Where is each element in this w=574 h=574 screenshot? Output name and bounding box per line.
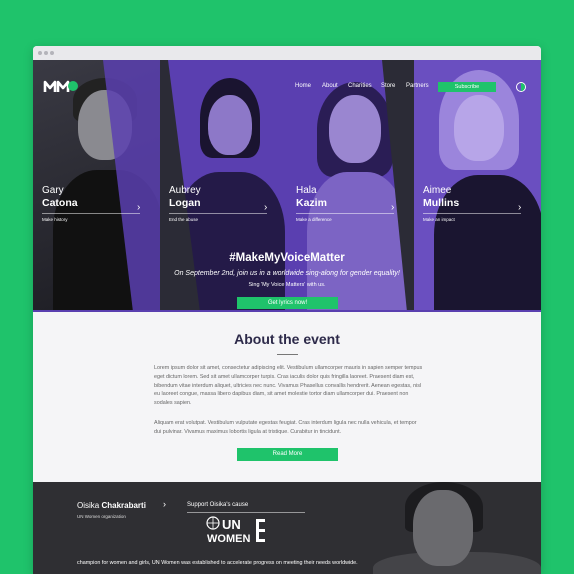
person-first-name: Gary bbox=[42, 185, 64, 196]
about-paragraph: Aliquam erat volutpat. Vestibulum vulput… bbox=[154, 420, 417, 435]
person-first-name: Hala bbox=[296, 185, 317, 196]
person-last-name: Mullins bbox=[423, 197, 460, 209]
person-tagline: Make history bbox=[42, 217, 68, 222]
nav-item-charities[interactable]: Charities bbox=[348, 83, 372, 89]
window-control-dot[interactable] bbox=[50, 51, 54, 55]
person-last-name: Logan bbox=[169, 197, 201, 209]
about-paragraph: Lorem ipsum dolor sit amet, consectetur … bbox=[154, 365, 423, 407]
chevron-right-icon[interactable]: › bbox=[163, 499, 166, 509]
person-tagline: Make a difference bbox=[296, 217, 332, 222]
nav-item-partners[interactable]: Partners bbox=[406, 83, 429, 89]
title-underline bbox=[277, 354, 298, 355]
window-control-dot[interactable] bbox=[44, 51, 48, 55]
person-first-name: Aubrey bbox=[169, 185, 201, 196]
person-tagline: End the abuse bbox=[169, 217, 199, 222]
browser-titlebar bbox=[33, 46, 541, 60]
person-tagline: Make an impact bbox=[423, 217, 455, 222]
nav-item-store[interactable]: Store bbox=[381, 83, 395, 89]
support-cause-link[interactable]: Support Oisika's cause bbox=[187, 502, 248, 508]
champion-name[interactable]: Oisika Chakrabarti bbox=[77, 501, 146, 510]
language-toggle-icon[interactable] bbox=[516, 82, 526, 92]
chevron-right-icon[interactable]: › bbox=[518, 203, 521, 213]
divider bbox=[187, 512, 305, 513]
person-last-name: Catona bbox=[42, 197, 78, 209]
subscribe-button[interactable]: Subscribe bbox=[438, 82, 496, 92]
nav-item-about[interactable]: About bbox=[322, 83, 338, 89]
champion-first-name: Oisika bbox=[77, 501, 100, 510]
women-logo-text: WOMEN bbox=[207, 533, 250, 545]
person-label-aimee[interactable]: Aimee Mullins Make an impact bbox=[423, 185, 521, 222]
person-label-aubrey[interactable]: Aubrey Logan End the abuse bbox=[169, 185, 267, 222]
mmvm-logo[interactable] bbox=[43, 77, 79, 95]
champion-org: UN Women organization bbox=[77, 514, 126, 519]
window-control-dot[interactable] bbox=[38, 51, 42, 55]
section-title: About the event bbox=[234, 331, 340, 347]
person-label-gary[interactable]: Gary Catona Make history bbox=[42, 185, 140, 222]
get-lyrics-button[interactable]: Get lyrics now! bbox=[237, 297, 338, 309]
about-section: About the event Lorem ipsum dolor sit am… bbox=[33, 312, 541, 482]
browser-window: Home About Charities Store Partners Subs… bbox=[33, 46, 541, 574]
un-logo-text: UN bbox=[222, 517, 241, 532]
person-label-hala[interactable]: Hala Kazim Make a difference bbox=[296, 185, 394, 222]
divider bbox=[42, 213, 140, 214]
campaign-tagline: On September 2nd, join us in a worldwide… bbox=[174, 270, 400, 277]
sing-along-text: Sing 'My Voice Matters' with us. bbox=[248, 282, 326, 288]
nav-item-home[interactable]: Home bbox=[295, 83, 311, 89]
campaign-hashtag: #MakeMyVoiceMatter bbox=[229, 252, 345, 264]
divider bbox=[423, 213, 521, 214]
person-first-name: Aimee bbox=[423, 185, 452, 196]
champion-last-name: Chakrabarti bbox=[101, 501, 146, 510]
champion-description: champion for women and girls, UN Women w… bbox=[77, 560, 358, 566]
hero-section: Home About Charities Store Partners Subs… bbox=[33, 60, 541, 312]
chevron-right-icon[interactable]: › bbox=[137, 203, 140, 213]
un-women-logo[interactable]: UN WOMEN bbox=[205, 516, 275, 551]
read-more-button[interactable]: Read More bbox=[237, 448, 338, 461]
champion-section: Oisika Chakrabarti UN Women organization… bbox=[33, 482, 541, 574]
champion-photo-face bbox=[413, 490, 473, 566]
chevron-right-icon[interactable]: › bbox=[264, 203, 267, 213]
divider bbox=[169, 213, 267, 214]
person-last-name: Kazim bbox=[296, 197, 327, 209]
divider bbox=[296, 213, 394, 214]
chevron-right-icon[interactable]: › bbox=[391, 203, 394, 213]
